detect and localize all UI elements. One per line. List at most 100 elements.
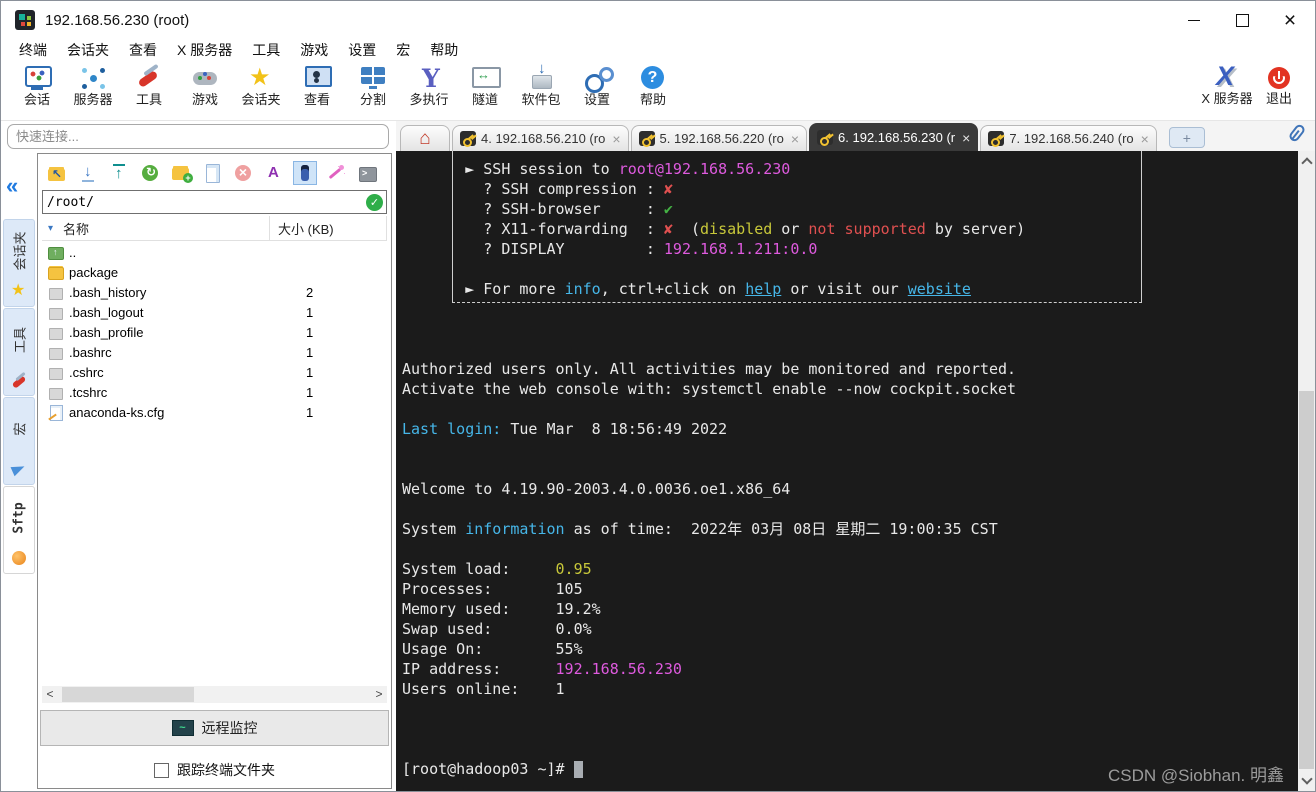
font-button[interactable] (263, 162, 285, 184)
terminal-text: ✘ (664, 220, 673, 238)
side-tab-macros[interactable]: 宏 (3, 397, 35, 485)
refresh-button[interactable] (139, 162, 161, 184)
menu-sessions[interactable]: 会话夹 (57, 39, 119, 61)
terminal-text: 192.168.56.230 (556, 660, 682, 678)
menu-settings[interactable]: 设置 (338, 39, 386, 61)
column-header-name[interactable]: 名称 (42, 216, 270, 240)
menu-view[interactable]: 查看 (119, 39, 167, 61)
menu-help[interactable]: 帮助 (420, 39, 468, 61)
toolbar-packages-button[interactable]: 软件包 (513, 64, 569, 107)
sftp-toolbar (46, 159, 378, 187)
path-row (42, 190, 387, 214)
column-header-size[interactable]: 大小 (KB) (270, 216, 387, 240)
minimize-button[interactable] (1170, 1, 1218, 39)
toolbar-right: X 服务器退出 (1201, 64, 1305, 106)
terminal-line (402, 339, 1296, 359)
toolbar-exit-button[interactable]: 退出 (1253, 64, 1305, 106)
toolbar-view-button[interactable]: 查看 (289, 64, 345, 107)
new-folder-button[interactable] (170, 162, 192, 184)
dotfile-icon (48, 344, 64, 360)
toolbar-xserver-button[interactable]: X 服务器 (1201, 64, 1253, 106)
follow-terminal-label: 跟踪终端文件夹 (177, 760, 275, 780)
download-button[interactable] (77, 162, 99, 184)
new-file-button[interactable] (201, 162, 223, 184)
file-row[interactable]: .cshrc1 (42, 362, 387, 382)
toolbar-sessions-folder-button[interactable]: 会话夹 (233, 64, 289, 107)
terminal-text: ► SSH session to (402, 160, 619, 178)
close-tab-icon[interactable] (962, 131, 970, 145)
menu-macros[interactable]: 宏 (386, 39, 420, 61)
delete-button[interactable] (232, 162, 254, 184)
menu-tools[interactable]: 工具 (242, 39, 290, 61)
terminal[interactable]: ► SSH session to root@192.168.56.230 ? S… (396, 151, 1298, 791)
menu-terminal[interactable]: 终端 (9, 39, 57, 61)
close-tab-icon[interactable] (612, 132, 620, 146)
side-tab-tools[interactable]: 工具 (3, 308, 35, 396)
toolbar-session-button[interactable]: 会话 (9, 64, 65, 107)
file-row[interactable]: .tcshrc1 (42, 382, 387, 402)
toolbar-games-button[interactable]: 游戏 (177, 64, 233, 107)
file-row[interactable]: .bash_logout1 (42, 302, 387, 322)
quick-connect-input[interactable] (7, 124, 389, 149)
xserver-icon (1212, 64, 1242, 92)
paperclip-icon[interactable] (1288, 123, 1307, 143)
file-row[interactable]: .. (42, 242, 387, 262)
font-icon (264, 163, 284, 183)
sftp-panel: 名称 大小 (KB) ..package.bash_history2.bash_… (37, 153, 392, 789)
watermark: CSDN @Siobhan. 明鑫 (1108, 766, 1284, 786)
toolbar-label: 工具 (136, 92, 162, 107)
scroll-down-icon[interactable] (1298, 773, 1315, 789)
wand-button[interactable] (325, 162, 347, 184)
path-input[interactable] (43, 194, 366, 211)
toolbar-settings-button[interactable]: 设置 (569, 64, 625, 107)
terminal-scrollbar[interactable] (1298, 151, 1315, 791)
terminal-button[interactable] (356, 162, 378, 184)
close-tab-icon[interactable] (1141, 132, 1149, 146)
horizontal-scrollbar[interactable] (42, 686, 387, 703)
toolbar-multiexec-button[interactable]: 多执行 (401, 64, 457, 107)
follow-terminal-row: 跟踪终端文件夹 (38, 760, 391, 780)
side-strip: 会话夹工具宏Sftp (1, 151, 37, 791)
close-button[interactable] (1266, 1, 1314, 39)
tab-session[interactable]: 6. 192.168.56.230 (r (809, 123, 978, 151)
tab-session[interactable]: 7. 192.168.56.240 (ro (980, 125, 1157, 151)
toolbar-label: 帮助 (640, 92, 666, 107)
upload-button[interactable] (108, 162, 130, 184)
terminal-text: Welcome to 4.19.90-2003.4.0.0036.oe1.x86… (402, 480, 790, 498)
toolbar-split-button[interactable]: 分割 (345, 64, 401, 107)
scroll-right-icon[interactable] (371, 686, 387, 703)
new-tab-button[interactable] (1169, 127, 1205, 148)
collapse-sidebar-button[interactable] (6, 175, 18, 197)
side-tab-sessions[interactable]: 会话夹 (3, 219, 35, 307)
scroll-up-icon[interactable] (1298, 153, 1315, 169)
terminal-line (402, 439, 1296, 459)
toggle-hidden-button[interactable] (294, 162, 316, 184)
toolbar-servers-button[interactable]: 服务器 (65, 64, 121, 107)
toolbar-tools-button[interactable]: 工具 (121, 64, 177, 107)
file-row[interactable]: .bash_profile1 (42, 322, 387, 342)
terminal-scrollbar-thumb[interactable] (1299, 391, 1314, 769)
follow-terminal-checkbox[interactable] (154, 763, 169, 778)
home-tab[interactable] (400, 125, 450, 151)
scroll-left-icon[interactable] (42, 686, 58, 703)
file-row[interactable]: anaconda-ks.cfg1 (42, 402, 387, 422)
file-row[interactable]: package (42, 262, 387, 282)
path-ok-icon[interactable] (366, 194, 383, 211)
maximize-button[interactable] (1218, 1, 1266, 39)
go-up-folder-button[interactable] (46, 162, 68, 184)
remote-monitor-button[interactable]: ~ 远程监控 (40, 710, 389, 746)
close-tab-icon[interactable] (791, 132, 799, 146)
menu-games[interactable]: 游戏 (290, 39, 338, 61)
side-tab-sftp[interactable]: Sftp (3, 486, 35, 574)
toolbar-tunnel-button[interactable]: 隧道 (457, 64, 513, 107)
terminal-text: info (565, 280, 601, 298)
toolbar-help-button[interactable]: 帮助 (625, 64, 681, 107)
menu-xserver[interactable]: X 服务器 (167, 39, 242, 61)
scrollbar-thumb[interactable] (62, 687, 194, 702)
terminal-text: or (772, 220, 808, 238)
file-row[interactable]: .bashrc1 (42, 342, 387, 362)
tunnel-icon (470, 64, 500, 92)
tab-session[interactable]: 4. 192.168.56.210 (ro (452, 125, 629, 151)
tab-session[interactable]: 5. 192.168.56.220 (ro (631, 125, 808, 151)
file-row[interactable]: .bash_history2 (42, 282, 387, 302)
